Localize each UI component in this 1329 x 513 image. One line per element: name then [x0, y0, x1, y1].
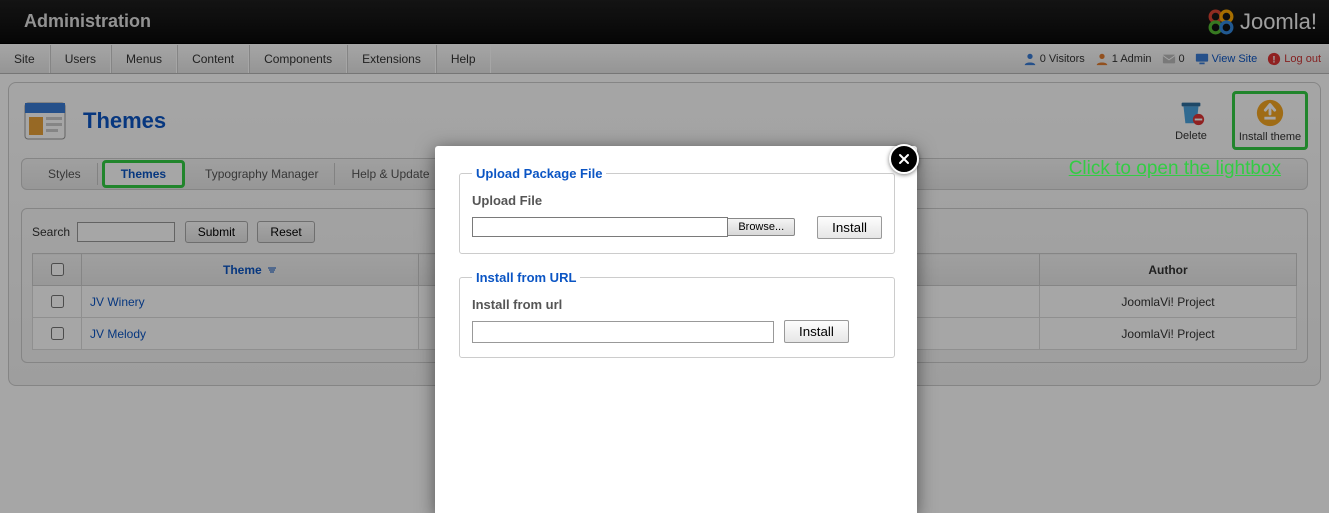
status-visitors[interactable]: 0 Visitors	[1023, 52, 1085, 66]
status-logout[interactable]: ! Log out	[1267, 52, 1321, 66]
tab-themes[interactable]: Themes	[102, 160, 185, 188]
status-bar: 0 Visitors 1 Admin 0 View Site ! Log out	[1023, 45, 1321, 73]
browse-button[interactable]: Browse...	[728, 218, 795, 236]
install-lightbox: Upload Package File Upload File Browse..…	[435, 146, 917, 513]
cell-author: JoomlaVi! Project	[1040, 286, 1297, 318]
install-theme-button[interactable]: Install theme	[1232, 91, 1308, 150]
menu-extensions[interactable]: Extensions	[347, 45, 436, 73]
status-view-site-text: View Site	[1212, 53, 1258, 65]
brand-text: Joomla!	[1240, 9, 1317, 35]
upload-legend: Upload Package File	[472, 166, 606, 181]
upload-package-fieldset: Upload Package File Upload File Browse..…	[459, 166, 895, 254]
status-logout-text: Log out	[1284, 53, 1321, 65]
status-visitors-text: 0 Visitors	[1040, 53, 1085, 65]
annotation-text: Click to open the lightbox	[1069, 158, 1281, 180]
main-menu: Site Users Menus Content Components Exte…	[0, 45, 491, 73]
joomla-brand: Joomla!	[1208, 9, 1317, 35]
admin-icon	[1095, 52, 1109, 66]
mail-icon	[1162, 52, 1176, 66]
upload-file-input[interactable]	[472, 217, 728, 237]
menu-components[interactable]: Components	[249, 45, 347, 73]
page-title: Themes	[83, 108, 166, 134]
submit-button[interactable]: Submit	[185, 221, 248, 243]
admin-title: Administration	[24, 11, 151, 32]
sort-asc-icon	[267, 265, 277, 275]
status-messages-text: 0	[1179, 53, 1185, 65]
joomla-logo-icon	[1208, 9, 1234, 35]
menu-users[interactable]: Users	[50, 45, 111, 73]
monitor-icon	[1195, 52, 1209, 66]
menu-content[interactable]: Content	[177, 45, 249, 73]
url-legend: Install from URL	[472, 270, 580, 285]
lightbox-close-button[interactable]	[889, 144, 919, 174]
menu-help[interactable]: Help	[436, 45, 491, 73]
install-icon	[1255, 98, 1285, 128]
toolbar: Delete Install theme	[1154, 91, 1308, 150]
search-input[interactable]	[77, 222, 175, 242]
upload-file-label: Upload File	[472, 193, 882, 208]
tab-help-update[interactable]: Help & Update	[335, 163, 445, 185]
url-install-button[interactable]: Install	[784, 320, 849, 343]
theme-link[interactable]: JV Melody	[90, 327, 146, 341]
col-theme-label: Theme	[223, 263, 262, 277]
status-messages[interactable]: 0	[1162, 52, 1185, 66]
tab-styles[interactable]: Styles	[32, 163, 98, 185]
menu-bar: Site Users Menus Content Components Exte…	[0, 44, 1329, 74]
svg-text:!: !	[1273, 55, 1276, 66]
close-icon	[898, 153, 910, 165]
col-theme[interactable]: Theme	[82, 254, 419, 286]
menu-menus[interactable]: Menus	[111, 45, 177, 73]
install-theme-button-label: Install theme	[1239, 131, 1301, 143]
install-url-input[interactable]	[472, 321, 774, 343]
col-checkbox	[33, 254, 82, 286]
upload-install-button[interactable]: Install	[817, 216, 882, 239]
reset-button[interactable]: Reset	[257, 221, 314, 243]
row-checkbox[interactable]	[51, 327, 64, 340]
delete-button-label: Delete	[1175, 130, 1207, 142]
delete-button[interactable]: Delete	[1154, 91, 1228, 148]
theme-link[interactable]: JV Winery	[90, 295, 145, 309]
search-label: Search	[32, 225, 70, 239]
admin-header: Administration Joomla!	[0, 0, 1329, 44]
cell-author: JoomlaVi! Project	[1040, 318, 1297, 350]
user-icon	[1023, 52, 1037, 66]
install-from-url-fieldset: Install from URL Install from url Instal…	[459, 270, 895, 358]
check-all[interactable]	[51, 263, 64, 276]
row-checkbox[interactable]	[51, 295, 64, 308]
url-label: Install from url	[472, 297, 882, 312]
col-author[interactable]: Author	[1040, 254, 1297, 286]
trash-icon	[1176, 97, 1206, 127]
menu-site[interactable]: Site	[0, 45, 50, 73]
status-admin[interactable]: 1 Admin	[1095, 52, 1152, 66]
status-admin-text: 1 Admin	[1112, 53, 1152, 65]
logout-icon: !	[1267, 52, 1281, 66]
themes-component-icon	[21, 97, 69, 145]
status-view-site[interactable]: View Site	[1195, 52, 1258, 66]
tab-typography[interactable]: Typography Manager	[189, 163, 335, 185]
